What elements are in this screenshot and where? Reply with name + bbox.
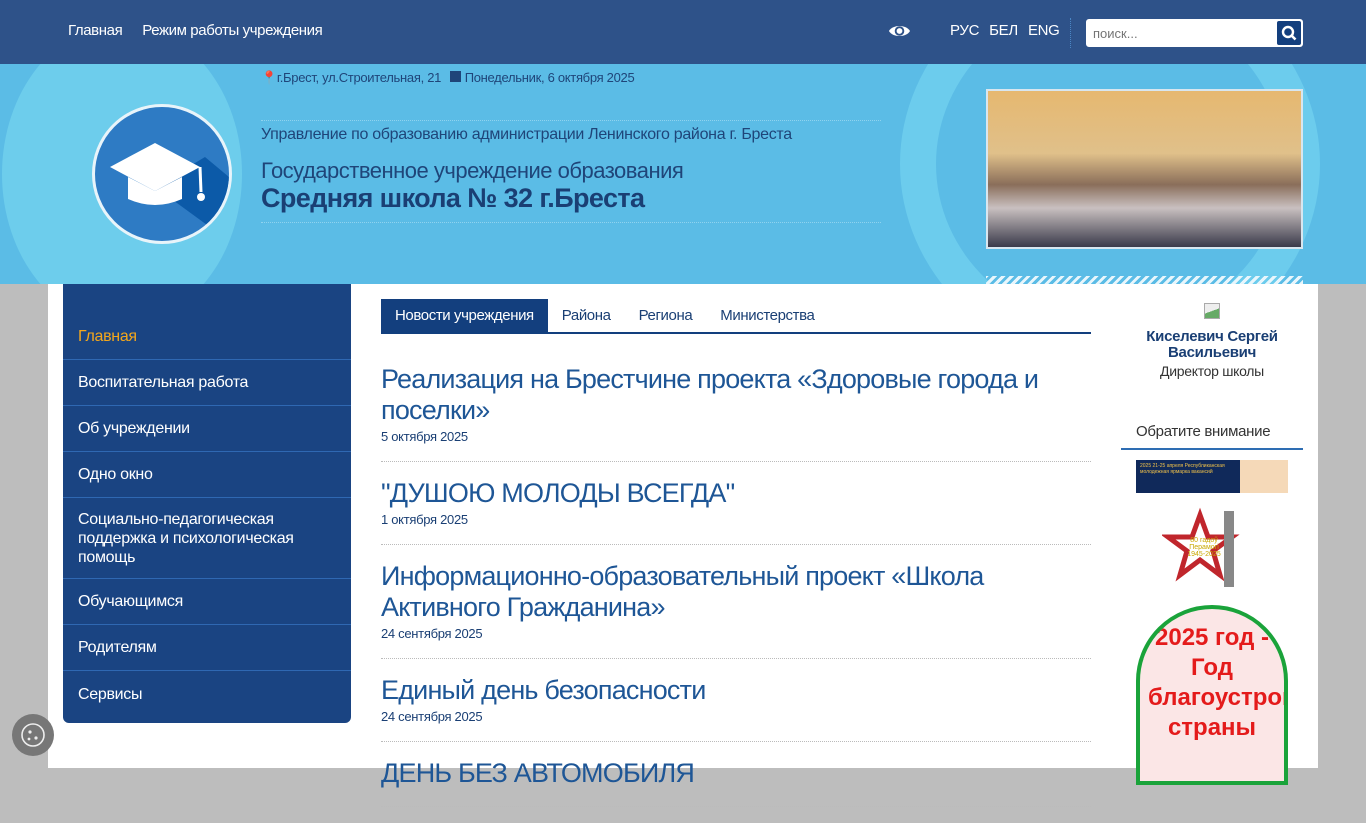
decor-stripes xyxy=(986,276,1303,284)
current-date: Понедельник, 6 октября 2025 xyxy=(464,70,635,85)
news-date: 24 сентября 2025 xyxy=(381,626,483,641)
banner-year-of-improvement[interactable]: 2025 год - Год благоустройства страны xyxy=(1136,605,1288,785)
news-title[interactable]: Единый день безопасности xyxy=(381,675,1091,706)
map-marker-icon: 📍 xyxy=(261,70,277,85)
news-item: ДЕНЬ БЕЗ АВТОМОБИЛЯ xyxy=(381,758,1091,807)
news-title[interactable]: ДЕНЬ БЕЗ АВТОМОБИЛЯ xyxy=(381,758,1091,789)
news-date: 24 сентября 2025 xyxy=(381,709,483,724)
header-photo xyxy=(986,89,1303,249)
search-box xyxy=(1086,19,1303,47)
sidebar-item-home[interactable]: Главная xyxy=(63,314,351,360)
right-column: Киселевич Сергей Васильевич Директор шко… xyxy=(1121,300,1303,785)
eye-icon[interactable] xyxy=(888,22,911,40)
banner-job-fair[interactable]: 2025 21-25 апреля Республиканская молоде… xyxy=(1136,460,1288,493)
news-title[interactable]: Реализация на Брестчине проекта «Здоровы… xyxy=(381,364,1091,426)
sidebar-item-about[interactable]: Об учреждении xyxy=(63,406,351,452)
search-input[interactable] xyxy=(1087,20,1273,46)
banner-text: 2025 год - Год благоустройства страны xyxy=(1148,624,1284,741)
topnav-home[interactable]: Главная xyxy=(68,22,123,39)
lang-eng[interactable]: ENG xyxy=(1028,22,1060,39)
tab-school-news[interactable]: Новости учреждения xyxy=(381,299,548,332)
sidebar-item-education-work[interactable]: Воспитательная работа xyxy=(63,360,351,406)
lang-bel[interactable]: БЕЛ xyxy=(989,22,1018,39)
address: г.Брест, ул.Строительная, 21 xyxy=(276,70,442,85)
lang-rus[interactable]: РУС xyxy=(950,22,979,39)
tab-district[interactable]: Района xyxy=(548,299,625,332)
top-bar: Главная Режим работы учреждения РУС БЕЛ … xyxy=(0,0,1366,64)
news-tabs: Новости учреждения Района Региона Минист… xyxy=(381,299,1091,334)
sidebar-item-services[interactable]: Сервисы xyxy=(63,671,351,717)
topnav-working-hours[interactable]: Режим работы учреждения xyxy=(142,22,322,39)
top-nav: Главная Режим работы учреждения xyxy=(68,22,323,39)
search-button[interactable] xyxy=(1277,21,1301,45)
sidebar-menu: Главная Воспитательная работа Об учрежде… xyxy=(63,284,351,723)
banner-victory-80[interactable]: 80 гадоў Перамогі 1945-2025 xyxy=(1160,507,1262,591)
news-title[interactable]: Информационно-образовательный проект «Шк… xyxy=(381,561,1091,623)
news-item: "ДУШОЮ МОЛОДЫ ВСЕГДА" 1 октября 2025 xyxy=(381,478,1091,545)
org-name[interactable]: Средняя школа № 32 г.Бреста xyxy=(261,183,645,214)
divider xyxy=(1070,18,1071,48)
search-icon xyxy=(1281,25,1297,41)
news-date: 1 октября 2025 xyxy=(381,512,468,527)
divider xyxy=(261,222,881,223)
director-name[interactable]: Киселевич Сергей Васильевич xyxy=(1121,329,1303,361)
attention-heading: Обратите внимание xyxy=(1121,401,1303,450)
school-logo[interactable] xyxy=(92,104,232,244)
news-list: Реализация на Брестчине проекта «Здоровы… xyxy=(381,364,1091,823)
director-photo-broken-image-icon xyxy=(1204,303,1220,319)
org-type: Государственное учреждение образования xyxy=(261,158,684,183)
news-title[interactable]: "ДУШОЮ МОЛОДЫ ВСЕГДА" xyxy=(381,478,1091,509)
sidebar-item-one-window[interactable]: Одно окно xyxy=(63,452,351,498)
tab-ministry[interactable]: Министерства xyxy=(706,299,828,332)
banner-text: 2025 21-25 апреля Республиканская молоде… xyxy=(1140,463,1225,475)
news-item: Единый день безопасности 24 сентября 2025 xyxy=(381,675,1091,742)
divider xyxy=(261,120,881,121)
cookie-icon xyxy=(21,723,45,747)
cookie-settings-button[interactable] xyxy=(12,714,54,756)
sidebar-item-social-support[interactable]: Социально-педагогическая поддержка и пси… xyxy=(63,498,351,579)
tab-region[interactable]: Региона xyxy=(625,299,707,332)
site-header: 📍г.Брест, ул.Строительная, 21 Понедельни… xyxy=(0,64,1366,284)
address-line: 📍г.Брест, ул.Строительная, 21 Понедельни… xyxy=(261,70,635,86)
news-item: Реализация на Брестчине проекта «Здоровы… xyxy=(381,364,1091,462)
sidebar-item-parents[interactable]: Родителям xyxy=(63,625,351,671)
language-switcher: РУС БЕЛ ENG xyxy=(950,22,1060,39)
calendar-icon xyxy=(450,71,462,82)
sidebar-item-students[interactable]: Обучающимся xyxy=(63,579,351,625)
graduation-cap-icon xyxy=(110,143,229,241)
org-parent: Управление по образованию администрации … xyxy=(261,126,792,143)
banner-text: 80 гадоў Перамогі 1945-2025 xyxy=(1187,537,1221,558)
banner-people-image xyxy=(1240,460,1288,493)
news-item: Информационно-образовательный проект «Шк… xyxy=(381,561,1091,659)
director-role: Директор школы xyxy=(1160,363,1264,379)
news-date: 5 октября 2025 xyxy=(381,429,468,444)
